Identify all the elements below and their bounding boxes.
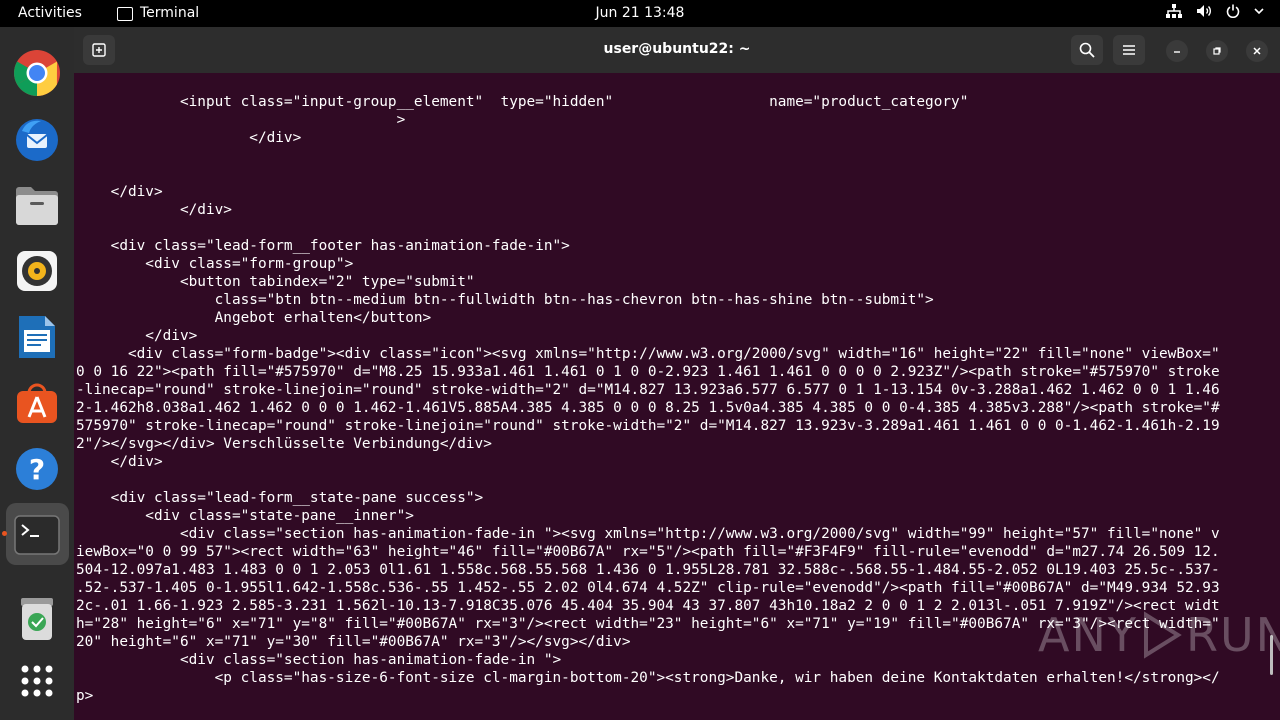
trash-icon[interactable] [12,594,62,644]
clock[interactable]: Jun 21 13:48 [596,5,685,21]
terminal-line: 0 0 16 22"><path fill="#575970" d="M8.25… [76,364,1220,380]
power-icon[interactable] [1226,4,1240,18]
system-menu-chevron-icon[interactable] [1254,7,1264,15]
terminal-line: </div> [76,184,163,200]
dock: ? [0,27,74,720]
terminal-line: </div> [76,328,198,344]
app-grid-icon[interactable] [12,656,62,706]
anyrun-watermark: ANY RUN [1038,608,1280,662]
search-icon [1079,42,1095,58]
running-indicator [2,531,7,536]
files-icon[interactable] [12,180,62,230]
terminal-line: <div class="form-group"> [76,256,354,272]
terminal-line: 504-12.097a1.483 1.483 0 0 1 2.053 0l1.6… [76,562,1220,578]
terminal-icon[interactable] [12,510,62,560]
terminal-line: <div class="section has-animation-fade-i… [76,526,1220,542]
terminal-line: </div> [76,454,163,470]
terminal-line: Angebot erhalten</button> [76,310,432,326]
minimize-icon [1174,51,1180,53]
terminal-line: <div class="lead-form__state-pane succes… [76,490,484,506]
terminal-line: class="btn btn--medium btn--fullwidth bt… [76,292,934,308]
system-tray[interactable] [1166,4,1264,18]
terminal-line: 575970" stroke-linecap="round" stroke-li… [76,418,1220,434]
terminal-line: <p class="has-size-6-font-size cl-margin… [76,670,1220,686]
terminal-line: <div class="lead-form__footer has-animat… [76,238,570,254]
close-button[interactable] [1246,40,1268,62]
terminal-line: .52-.537-1.405 0-1.955l1.642-1.558c.536-… [76,580,1220,596]
network-icon[interactable] [1166,4,1182,18]
watermark-text-left: ANY [1038,608,1138,662]
terminal-line: 2-1.462h8.038a1.462 1.462 0 0 0 1.462-1.… [76,400,1220,416]
maximize-button[interactable] [1206,40,1228,62]
top-bar: Activities Terminal Jun 21 13:48 [0,0,1280,27]
terminal-app-icon [117,7,133,21]
terminal-line: p> [76,688,94,704]
terminal-line: > [76,112,406,128]
help-icon[interactable]: ? [12,444,62,494]
minimize-button[interactable] [1166,40,1188,62]
terminal-line: </div> [76,202,232,218]
chrome-icon[interactable] [12,48,62,98]
menu-button[interactable] [1113,35,1145,65]
app-name: Terminal [140,5,200,21]
svg-text:?: ? [29,453,45,486]
watermark-text-right: RUN [1185,608,1280,662]
volume-icon[interactable] [1196,4,1212,18]
terminal-line: </div> [76,130,302,146]
activities-button[interactable]: Activities [18,5,82,21]
terminal-line: <div class="state-pane__inner"> [76,508,414,524]
libreoffice-writer-icon[interactable] [12,312,62,362]
terminal-line: -linecap="round" stroke-linejoin="round"… [76,382,1220,398]
terminal-line: <input class="input-group__element" type… [76,94,969,110]
play-logo-icon [1143,611,1182,659]
thunderbird-icon[interactable] [12,114,62,164]
terminal-line: <div class="form-badge"><div class="icon… [76,346,1220,362]
app-center-icon[interactable] [12,378,62,428]
close-icon [1253,47,1261,55]
app-menu[interactable]: Terminal [117,5,199,21]
restore-icon [1213,47,1221,55]
hamburger-menu-icon [1123,45,1135,55]
rhythmbox-icon[interactable] [12,246,62,296]
terminal-line: iewBox="0 0 99 57"><rect width="63" heig… [76,544,1220,560]
window-titlebar[interactable]: user@ubuntu22: ~ [74,27,1280,73]
search-button[interactable] [1071,35,1103,65]
terminal-line: 2"/></svg></div> Verschlüsselte Verbindu… [76,436,492,452]
terminal-line: <button tabindex="2" type="submit" [76,274,475,290]
